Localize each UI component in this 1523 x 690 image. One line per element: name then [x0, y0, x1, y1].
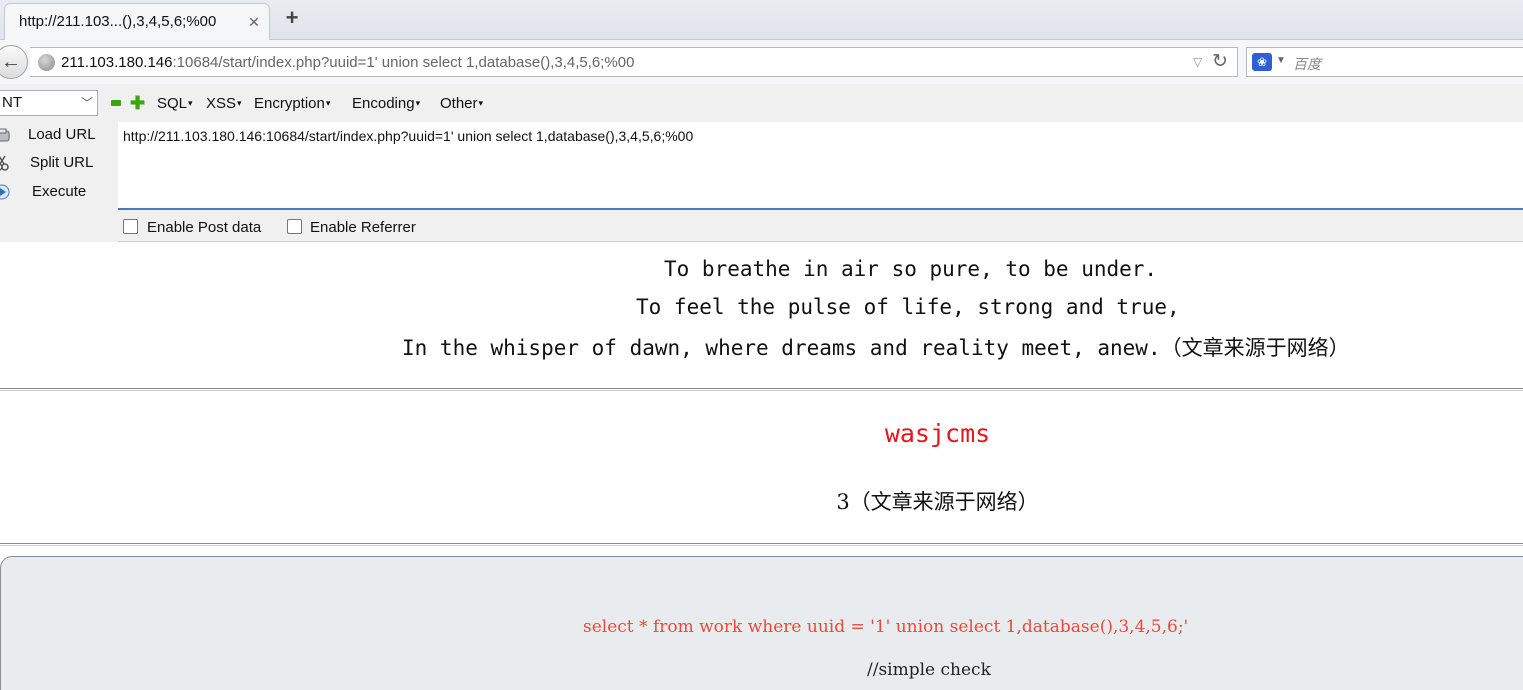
hackbar-select-value: NT: [2, 94, 22, 111]
browser-tab[interactable]: http://211.103...(),3,4,5,6;%00 ✕: [4, 3, 270, 40]
work-number: 3（文章来源于网络）: [836, 490, 1039, 514]
history-dropdown-icon[interactable]: ▽: [1193, 55, 1202, 69]
poem-line: In the whisper of dawn, where dreams and…: [402, 336, 1350, 360]
hackbar-options: Enable Post data Enable Referrer: [118, 210, 1523, 242]
execute-label: Execute: [32, 183, 87, 200]
page-content: To breathe in air so pure, to be under. …: [0, 243, 1523, 690]
load-url-icon: [0, 128, 10, 142]
menu-sql[interactable]: SQL▾: [157, 95, 193, 112]
hackbar-toolbar: NT ﹀ ✚ SQL▾ XSS▾ Encryption▾ Encoding▾ O…: [0, 84, 1523, 122]
menu-xss[interactable]: XSS▾: [206, 95, 242, 112]
load-url-button[interactable]: Load URL: [0, 122, 118, 148]
search-bar[interactable]: ❀ ▼ 百度: [1246, 47, 1523, 77]
hackbar-url-textarea[interactable]: http://211.103.180.146:10684/start/index…: [118, 122, 1523, 210]
menu-encoding[interactable]: Encoding▾: [352, 95, 420, 112]
tab-title: http://211.103...(),3,4,5,6;%00: [19, 13, 217, 30]
globe-icon[interactable]: [38, 54, 55, 71]
play-icon: [0, 184, 10, 200]
minus-icon[interactable]: [111, 100, 121, 106]
url-path: :10684/start/index.php?uuid=1' union sel…: [172, 54, 635, 71]
tab-strip: http://211.103...(),3,4,5,6;%00 ✕ +: [0, 0, 1523, 40]
divider: [0, 543, 1523, 546]
poem-line: To breathe in air so pure, to be under.: [664, 257, 1158, 281]
code-comment: //simple check: [867, 660, 991, 680]
hackbar-actions: Load URL Split URL Execute: [0, 122, 118, 242]
new-tab-button[interactable]: +: [280, 6, 304, 30]
enable-post-label: Enable Post data: [147, 219, 262, 236]
split-url-label: Split URL: [30, 154, 94, 171]
url-host: 211.103.180.146: [61, 54, 173, 71]
divider: [0, 388, 1523, 391]
back-button[interactable]: ←: [0, 45, 28, 79]
hackbar-select[interactable]: NT ﹀: [0, 90, 98, 116]
split-url-button[interactable]: Split URL: [0, 150, 118, 176]
url-input[interactable]: 211.103.180.146:10684/start/index.php?uu…: [61, 54, 634, 71]
chevron-down-icon[interactable]: ▼: [1276, 55, 1286, 66]
plus-icon[interactable]: ✚: [130, 94, 145, 112]
baidu-paw-icon[interactable]: ❀: [1252, 53, 1272, 71]
menu-other[interactable]: Other▾: [440, 95, 483, 112]
arrow-left-icon: ←: [1, 51, 21, 73]
search-input[interactable]: 百度: [1293, 54, 1321, 74]
chevron-down-icon: ﹀: [80, 96, 93, 110]
menu-encryption[interactable]: Encryption▾: [254, 95, 330, 112]
poem-line: To feel the pulse of life, strong and tr…: [636, 295, 1180, 319]
navigation-bar: 211.103.180.146:10684/start/index.php?uu…: [0, 40, 1523, 84]
execute-button[interactable]: Execute: [0, 179, 118, 205]
database-name: wasjcms: [884, 419, 991, 448]
load-url-label: Load URL: [28, 126, 96, 143]
enable-post-checkbox[interactable]: [123, 219, 138, 234]
sql-query: select * from work where uuid = '1' unio…: [583, 617, 1189, 637]
url-bar[interactable]: 211.103.180.146:10684/start/index.php?uu…: [30, 47, 1238, 77]
enable-referrer-label: Enable Referrer: [310, 219, 416, 236]
enable-referrer-checkbox[interactable]: [287, 219, 302, 234]
scissors-icon: [0, 155, 9, 171]
close-icon[interactable]: ✕: [245, 13, 263, 31]
code-panel: select * from work where uuid = '1' unio…: [0, 556, 1523, 690]
reload-icon[interactable]: ↻: [1212, 50, 1228, 73]
